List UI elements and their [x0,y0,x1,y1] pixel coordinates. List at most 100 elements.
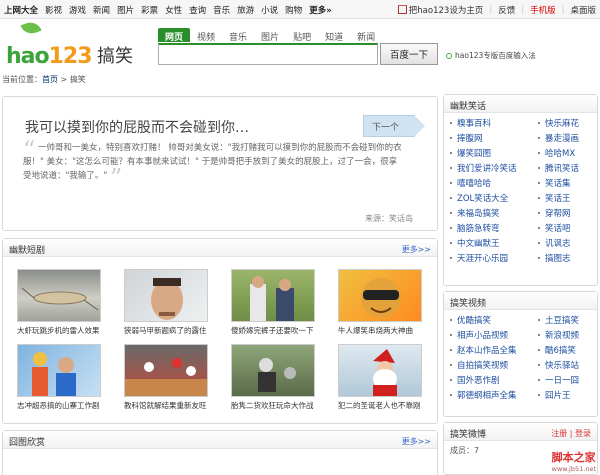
mobile-version-link[interactable]: 手机版 [530,4,556,16]
video-thumbnail[interactable] [231,344,315,397]
list-item[interactable]: 爆笑囧图 [450,147,532,160]
desktop-version-link[interactable]: 桌面版 [570,4,596,16]
video-caption[interactable]: 犯二的圣诞老人也不靠刚 [338,400,430,411]
list-item[interactable]: 优酷搞笑 [450,314,532,327]
video-item[interactable]: 胎隽二货欢狂玩命大作战 [231,344,315,411]
video-thumbnail[interactable] [338,269,422,322]
list-item[interactable]: 讥讽志 [538,237,600,250]
ime-link[interactable]: hao123专版百度输入法 [446,50,536,61]
list-item[interactable]: 快乐驿站 [538,359,600,372]
nav-link-women[interactable]: 女性 [165,4,182,16]
list-item[interactable]: 穿帮网 [538,207,600,220]
video-item[interactable]: 犯二的圣诞老人也不靠刚 [338,344,422,411]
set-homepage-label: 把hao123设为主页 [408,6,484,16]
video-item[interactable]: 志冲超恶搞的山寨工作剧 [17,344,101,411]
list-item[interactable]: 中文幽默王 [450,237,532,250]
list-item[interactable]: ZOL笑话大全 [450,192,532,205]
nav-link-news[interactable]: 新闻 [93,4,110,16]
video-thumbnail[interactable] [338,344,422,397]
video-thumbnail[interactable] [231,269,315,322]
tab-web[interactable]: 网页 [158,28,191,43]
nav-link-pictures[interactable]: 图片 [117,4,134,16]
video-caption[interactable]: 胎隽二货欢狂玩命大作战 [231,400,323,411]
list-item[interactable]: 我们爱讲冷笑话 [450,162,532,175]
video-item[interactable]: 大虾玩跳步机的雷人效果 [17,269,101,336]
humor-videos-title: 幽默短剧 [9,246,46,256]
funny-pics-more-link[interactable]: 更多>> [402,436,431,447]
login-link[interactable]: 登录 [575,429,591,438]
tab-images[interactable]: 图片 [254,28,286,43]
list-item[interactable]: 笑话王 [538,192,600,205]
humor-jokes-header: 幽默笑话 [444,95,597,113]
video-item[interactable]: 教科馆就解结果重新友旺 [124,344,208,411]
search-input[interactable] [158,43,378,65]
nav-link-lottery[interactable]: 彩票 [141,4,158,16]
video-thumbnail[interactable] [17,344,101,397]
search-button[interactable]: 百度一下 [380,43,438,65]
nav-link-travel[interactable]: 旅游 [237,4,254,16]
tab-zhidao[interactable]: 知道 [318,28,350,43]
video-caption[interactable]: 傻娇嫁完裤子还要吹一下 [231,325,323,336]
video-caption[interactable]: 教科馆就解结果重新友旺 [124,400,216,411]
video-item[interactable]: 狭弱马甲新题疯了的露住 [124,269,208,336]
register-link[interactable]: 注册 [551,429,567,438]
humor-videos-header: 幽默短剧 更多>> [3,239,437,257]
video-thumbnail[interactable] [124,344,208,397]
humor-videos-more-link[interactable]: 更多>> [402,244,431,255]
list-item[interactable]: 暴走漫画 [538,132,600,145]
list-item[interactable]: 赵本山作品全集 [450,344,532,357]
nav-link-movies[interactable]: 影视 [45,4,62,16]
list-item[interactable]: 哈哈MX [538,147,600,160]
tab-tieba[interactable]: 贴吧 [286,28,318,43]
video-thumbnail[interactable] [124,269,208,322]
nav-link-query[interactable]: 查询 [189,4,206,16]
logo-number: 123 [48,44,93,69]
source-name[interactable]: 笑话岛 [389,214,413,223]
nav-link-more[interactable]: 更多» [309,4,332,16]
video-caption[interactable]: 狭弱马甲新题疯了的露住 [124,325,216,336]
list-item[interactable]: 酷6搞笑 [538,344,600,357]
list-item[interactable]: 国外恶作剧 [450,374,532,387]
basketball-court-image [125,358,207,396]
list-item[interactable]: 囧片王 [538,389,600,402]
nav-link-games[interactable]: 游戏 [69,4,86,16]
divider: | [561,5,565,15]
list-item[interactable]: 快乐麻花 [538,117,600,130]
next-joke-button[interactable]: 下一个 [363,115,425,137]
list-item[interactable]: 笑话吧 [538,222,600,235]
video-caption[interactable]: 志冲超恶搞的山寨工作剧 [17,400,109,411]
tab-news[interactable]: 新闻 [350,28,382,43]
list-item[interactable]: 一日一囧 [538,374,600,387]
action-scene-image [258,358,296,392]
tab-video[interactable]: 视频 [190,28,222,43]
list-item[interactable]: 糗事百科 [450,117,532,130]
list-item[interactable]: 嘻嘻哈哈 [450,177,532,190]
list-item[interactable]: 天涯开心乐园 [450,252,532,265]
humor-jokes-list: 糗事百科 快乐麻花 捧腹网 暴走漫画 爆笑囧图 哈哈MX 我们爱讲冷笑话 腾讯笑… [450,117,600,265]
feedback-link[interactable]: 反馈 [498,4,515,16]
list-item[interactable]: 自拍搞笑视频 [450,359,532,372]
video-thumbnail[interactable] [17,269,101,322]
list-item[interactable]: 脑筋急转弯 [450,222,532,235]
nav-link-novel[interactable]: 小说 [261,4,278,16]
video-item[interactable]: 傻娇嫁完裤子还要吹一下 [231,269,315,336]
list-item[interactable]: 捧腹网 [450,132,532,145]
video-item[interactable]: 牛人爆笑串烧两大神曲 [338,269,422,336]
list-item[interactable]: 腾讯笑话 [538,162,600,175]
list-item[interactable]: 笑话集 [538,177,600,190]
list-item[interactable]: 新浪视频 [538,329,600,342]
nav-link-directory[interactable]: 上网大全 [4,4,38,16]
nav-link-shopping[interactable]: 购物 [285,4,302,16]
set-homepage-link[interactable]: 把hao123设为主页 [397,4,484,16]
breadcrumb-home-link[interactable]: 首页 [42,75,58,84]
list-item[interactable]: 相声小品视频 [450,329,532,342]
list-item[interactable]: 来福岛搞笑 [450,207,532,220]
video-caption[interactable]: 大虾玩跳步机的雷人效果 [17,325,109,336]
nav-link-music[interactable]: 音乐 [213,4,230,16]
tab-music[interactable]: 音乐 [222,28,254,43]
list-item[interactable]: 搞图志 [538,252,600,265]
list-item[interactable]: 土豆搞笑 [538,314,600,327]
list-item[interactable]: 郭德纲相声全集 [450,389,532,402]
video-caption[interactable]: 牛人爆笑串烧两大神曲 [338,325,430,336]
featured-joke-title[interactable]: 我可以摸到你的屁股而不会碰到你… [25,117,249,137]
